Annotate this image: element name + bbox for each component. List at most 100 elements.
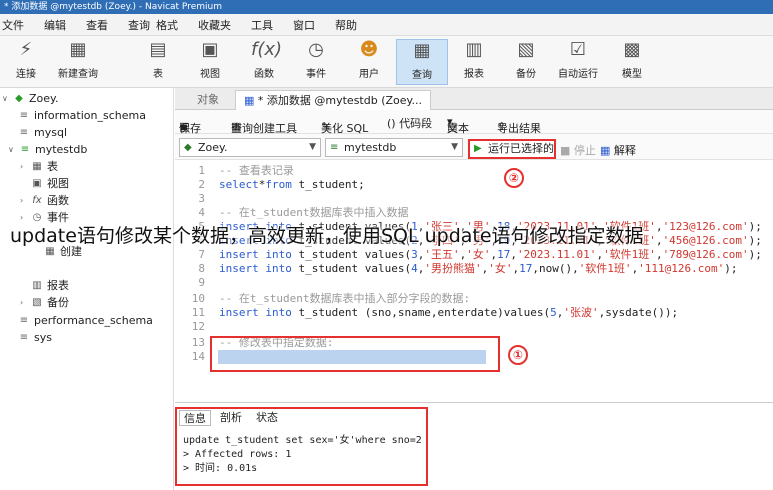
function-icon: fx: [32, 194, 42, 206]
code-line[interactable]: 3: [175, 192, 219, 206]
code-line[interactable]: 1 -- 查看表记录: [175, 164, 294, 178]
window-title: * 添加数据 @mytestdb (Zoey.) - Navicat Premi…: [0, 0, 773, 14]
code-token: 3: [411, 248, 418, 261]
code-token: '123@126.com': [662, 220, 749, 233]
editor-tabbar: 对象 ▦ * 添加数据 @mytestdb (Zoey...: [175, 88, 773, 110]
chevron-down-icon: ▼: [451, 142, 458, 152]
code-line[interactable]: 4 -- 在t_student数据库表中插入数据: [175, 206, 408, 220]
line-number: 8: [198, 262, 205, 275]
query-button[interactable]: ▦ 查询: [396, 39, 448, 85]
chevron-right-icon[interactable]: ›: [20, 209, 29, 226]
tree-views[interactable]: ▣ 视图: [31, 175, 69, 192]
tree-tables[interactable]: › ▦ 表: [20, 158, 58, 175]
chevron-right-icon[interactable]: ›: [20, 192, 29, 209]
tab-query-add-data[interactable]: ▦ * 添加数据 @mytestdb (Zoey...: [235, 90, 431, 110]
table-icon: ▤: [149, 39, 167, 60]
menu-window[interactable]: 窗口: [293, 17, 315, 33]
code-line[interactable]: 9: [175, 276, 219, 290]
menu-view[interactable]: 查看: [86, 17, 108, 33]
menu-favorites[interactable]: 收藏夹: [198, 17, 231, 33]
stop-button[interactable]: ■ 停止: [560, 142, 596, 158]
function-button[interactable]: f(x) 函数: [238, 39, 290, 85]
marker-1: ①: [508, 345, 528, 365]
code-token: ,now(),: [532, 262, 579, 275]
chevron-right-icon[interactable]: ›: [20, 158, 29, 175]
table-button[interactable]: ▤ 表: [132, 39, 184, 85]
code-token: t_student values(: [291, 248, 412, 261]
code-line[interactable]: 8 insert into t_student values(4,'男扮熊猫','…: [175, 262, 737, 276]
code-token: t_student values(: [291, 234, 412, 247]
report-icon: ▥: [465, 39, 483, 60]
database-icon: ≡: [20, 143, 30, 155]
connection-select[interactable]: ◆ Zoey. ▼: [179, 138, 321, 157]
tree-query-create[interactable]: ▦ 创建: [44, 243, 82, 260]
tree-events[interactable]: › ◷ 事件: [20, 209, 69, 226]
plug-icon: ⚡: [19, 39, 33, 60]
connect-button[interactable]: ⚡ 连接: [0, 39, 52, 85]
line-number: 7: [198, 248, 205, 261]
code-token: '男扮熊猫': [424, 262, 482, 275]
tree-functions[interactable]: › fx 函数: [20, 192, 69, 209]
chevron-down-icon[interactable]: ∨: [8, 141, 17, 158]
report-button[interactable]: ▥ 报表: [448, 39, 500, 85]
code-token: insert into: [219, 262, 292, 275]
new-query-button[interactable]: ▦ 新建查询: [52, 39, 104, 85]
tree-db-mytestdb[interactable]: ∨ ≡ mytestdb: [8, 141, 87, 158]
code-line[interactable]: 12: [175, 320, 219, 334]
tree-backups[interactable]: › ▧ 备份: [20, 294, 69, 311]
code-snippet-button[interactable]: () 代码段: [387, 115, 432, 131]
code-line[interactable]: 2 select*from t_student;: [175, 178, 364, 192]
tree-db-information-schema[interactable]: ≡ information_schema: [18, 107, 146, 124]
tree-reports[interactable]: ▥ 报表: [31, 277, 69, 294]
code-token: 4: [411, 262, 418, 275]
code-token: ,: [655, 220, 663, 233]
explain-button[interactable]: ▦ 解释: [600, 142, 636, 158]
code-token: );: [748, 220, 762, 233]
code-token: '111@126.com': [638, 262, 725, 275]
chevron-down-icon[interactable]: ∨: [2, 90, 11, 107]
database-icon: ≡: [19, 331, 29, 343]
database-icon: ≡: [19, 109, 29, 121]
menu-help[interactable]: 帮助: [335, 17, 357, 33]
code-token: 5: [550, 306, 557, 319]
code-token: 18: [497, 220, 511, 233]
database-select[interactable]: ≡ mytestdb ▼: [325, 138, 463, 157]
code-token: '女': [466, 248, 491, 261]
code-line[interactable]: 10 -- 在t_student数据库表中插入部分字段的数据:: [175, 292, 470, 306]
code-token: select: [219, 178, 259, 191]
line-number: 12: [191, 320, 205, 333]
view-icon: ▣: [201, 39, 219, 60]
text-button[interactable]: ▤ 文本 ▾: [447, 115, 469, 135]
tree-db-performance-schema[interactable]: ≡ performance_schema: [18, 312, 153, 329]
tab-objects[interactable]: 对象: [189, 90, 227, 110]
menu-tools[interactable]: 工具: [251, 17, 273, 33]
menu-query[interactable]: 查询: [128, 17, 150, 33]
tree-connection-zoey[interactable]: ∨ ◆ Zoey.: [2, 90, 58, 107]
user-icon: ☻: [359, 39, 379, 60]
code-line[interactable]: 7 insert into t_student values(3, '王五', '女'…: [175, 248, 762, 262]
code-token: ,sysdate());: [598, 306, 679, 319]
code-token: insert into: [219, 234, 292, 247]
tree-db-sys[interactable]: ≡ sys: [18, 329, 52, 346]
code-line[interactable]: 11 insert into t_student (sno,sname,enter…: [175, 306, 678, 320]
clock-icon: ◷: [308, 39, 324, 60]
code-line[interactable]: 5 insert into t_student values(1, '张三', '男'…: [175, 220, 762, 234]
menu-format[interactable]: 格式: [156, 17, 178, 33]
event-button[interactable]: ◷ 事件: [290, 39, 342, 85]
backup-button[interactable]: ▧ 备份: [500, 39, 552, 85]
chevron-right-icon[interactable]: ›: [20, 294, 29, 311]
code-token: '456@126.com': [662, 234, 749, 247]
menu-file[interactable]: 文件: [2, 17, 24, 33]
run-selected-button[interactable]: ▶ 运行已选择的: [468, 139, 556, 159]
tree-db-mysql[interactable]: ≡ mysql: [18, 124, 67, 141]
menu-edit[interactable]: 编辑: [44, 17, 66, 33]
user-button[interactable]: ☻ 用户: [343, 39, 395, 85]
autorun-button[interactable]: ☑ 自动运行: [552, 39, 604, 85]
model-button[interactable]: ▩ 模型: [606, 39, 658, 85]
line-number: 14: [191, 350, 205, 363]
code-token: insert into: [219, 220, 292, 233]
code-token: ,: [655, 248, 663, 261]
code-line[interactable]: 6 insert into t_student values(2, '李四', '男'…: [175, 234, 762, 248]
view-button[interactable]: ▣ 视图: [184, 39, 236, 85]
line-number: 6: [198, 234, 205, 247]
